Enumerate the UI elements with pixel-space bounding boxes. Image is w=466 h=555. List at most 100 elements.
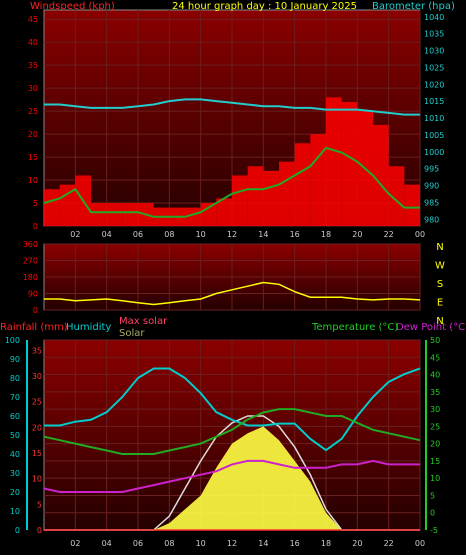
wind-speed-bar xyxy=(263,170,279,226)
bot-x-tick-label: 04 xyxy=(102,539,112,548)
solar-legend: Solar xyxy=(119,328,145,339)
dir-tick-label: 270 xyxy=(23,257,38,266)
bot-x-tick-label: 12 xyxy=(227,539,237,548)
humidity-tick-label: 10 xyxy=(10,507,20,516)
bot-x-tick-label: 10 xyxy=(196,539,206,548)
wind-speed-bar xyxy=(91,203,107,226)
wind-speed-bar xyxy=(106,203,123,226)
bot-x-tick-label: 14 xyxy=(258,539,268,548)
temp-tick-label: 45 xyxy=(430,353,440,362)
humidity-tick-label: 100 xyxy=(5,336,20,345)
top-x-tick-label: 06 xyxy=(133,230,143,239)
barometer-label: Barometer (hpa) xyxy=(372,1,455,12)
compass-label: S xyxy=(437,279,443,290)
humidity-legend: Humidity xyxy=(66,322,111,333)
wind-speed-bar xyxy=(247,166,264,226)
temp-tick-label: 5 xyxy=(430,491,435,500)
wind-tick-label: 10 xyxy=(28,176,38,185)
rain-tick-label: 25 xyxy=(32,398,42,407)
bot-x-tick-label: 22 xyxy=(384,539,394,548)
wind-tick-label: 35 xyxy=(28,61,38,70)
top-x-tick-label: 00 xyxy=(415,230,425,239)
maxsolar-legend: Max solar xyxy=(119,316,168,327)
humidity-tick-label: 70 xyxy=(10,393,20,402)
top-x-tick-label: 14 xyxy=(258,230,268,239)
wind-tick-label: 15 xyxy=(28,153,38,162)
baro-tick-label: 985 xyxy=(424,198,439,207)
temp-tick-label: 20 xyxy=(430,440,440,449)
dir-tick-label: 360 xyxy=(23,240,38,249)
wind-speed-bar xyxy=(404,184,420,226)
baro-tick-label: 1010 xyxy=(424,114,444,123)
wind-speed-bar xyxy=(279,161,295,226)
wind-speed-bar xyxy=(310,134,326,226)
humidity-tick-label: 90 xyxy=(10,355,20,364)
humidity-tick-label: 30 xyxy=(10,469,20,478)
humidity-tick-label: 0 xyxy=(15,526,20,535)
temp-tick-label: 30 xyxy=(430,405,440,414)
wind-speed-bar xyxy=(44,189,60,226)
dewpoint-legend: Dew Point (°C) xyxy=(396,322,466,333)
baro-tick-label: 1030 xyxy=(424,47,444,56)
rainfall-legend: Rainfall (mm) xyxy=(0,322,68,333)
wind-tick-label: 20 xyxy=(28,130,38,139)
baro-tick-label: 990 xyxy=(424,182,439,191)
top-x-tick-label: 08 xyxy=(164,230,174,239)
dir-tick-label: 0 xyxy=(33,306,38,315)
top-x-tick-label: 04 xyxy=(102,230,112,239)
temp-tick-label: 10 xyxy=(430,474,440,483)
humidity-tick-label: 40 xyxy=(10,450,20,459)
dir-tick-label: 180 xyxy=(23,273,38,282)
bot-x-tick-label: 18 xyxy=(321,539,331,548)
rain-tick-label: 0 xyxy=(37,526,42,535)
wind-tick-label: 25 xyxy=(28,107,38,116)
rain-tick-label: 35 xyxy=(32,346,42,355)
rain-tick-label: 5 xyxy=(37,500,42,509)
top-x-tick-label: 16 xyxy=(290,230,300,239)
baro-tick-label: 1005 xyxy=(424,131,444,140)
wind-speed-bar xyxy=(373,124,389,226)
baro-tick-label: 1015 xyxy=(424,97,444,106)
rain-tick-label: 10 xyxy=(32,475,42,484)
rain-tick-label: 20 xyxy=(32,423,42,432)
wind-speed-bar xyxy=(294,143,311,226)
humidity-tick-label: 80 xyxy=(10,374,20,383)
top-x-tick-label: 20 xyxy=(352,230,362,239)
baro-tick-label: 1020 xyxy=(424,80,444,89)
bot-x-tick-label: 00 xyxy=(415,539,425,548)
baro-tick-label: 995 xyxy=(424,165,439,174)
wind-speed-bar xyxy=(341,101,358,226)
compass-label: E xyxy=(437,298,443,309)
weather-graph: Windspeed (kph) 24 hour graph day : 10 J… xyxy=(0,1,466,548)
temp-tick-label: 50 xyxy=(430,336,440,345)
humidity-tick-label: 60 xyxy=(10,412,20,421)
rain-tick-label: 30 xyxy=(32,372,42,381)
temperature-legend: Temperature (°C) xyxy=(311,322,398,333)
wind-speed-bar xyxy=(232,175,248,226)
top-x-tick-label: 02 xyxy=(70,230,80,239)
humidity-tick-label: 20 xyxy=(10,488,20,497)
bot-x-tick-label: 20 xyxy=(352,539,362,548)
temp-tick-label: 15 xyxy=(430,457,440,466)
top-x-tick-label: 22 xyxy=(384,230,394,239)
dir-tick-label: 90 xyxy=(28,290,38,299)
baro-tick-label: 1025 xyxy=(424,63,444,72)
wind-speed-bar xyxy=(122,203,138,226)
temp-tick-label: 0 xyxy=(430,509,435,518)
baro-tick-label: 1035 xyxy=(424,30,444,39)
baro-tick-label: 980 xyxy=(424,215,439,224)
compass-label: W xyxy=(435,261,445,272)
wind-tick-label: 30 xyxy=(28,84,38,93)
top-x-tick-label: 12 xyxy=(227,230,237,239)
temp-tick-label: 25 xyxy=(430,422,440,431)
wind-tick-label: 40 xyxy=(28,38,38,47)
wind-speed-bar xyxy=(326,97,342,226)
wind-tick-label: 5 xyxy=(33,199,38,208)
bot-x-tick-label: 06 xyxy=(133,539,143,548)
compass-label: N xyxy=(436,242,443,253)
temp-tick-label: 40 xyxy=(430,371,440,380)
windspeed-label: Windspeed (kph) xyxy=(30,1,115,12)
top-x-tick-label: 18 xyxy=(321,230,331,239)
bot-x-tick-label: 16 xyxy=(290,539,300,548)
baro-tick-label: 1040 xyxy=(424,13,444,22)
